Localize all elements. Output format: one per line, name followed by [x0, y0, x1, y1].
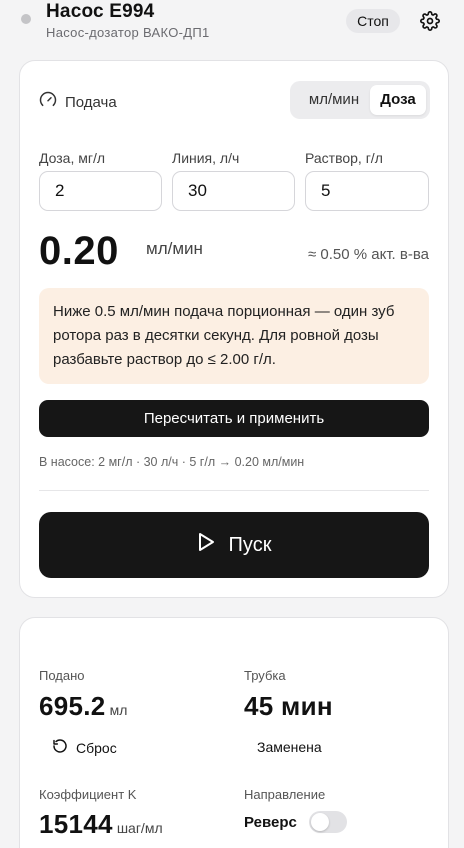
reset-icon — [52, 738, 68, 757]
reset-button[interactable]: Сброс — [52, 738, 117, 757]
flow-result-value: 0.20 — [39, 229, 119, 273]
flow-result-unit: мл/мин — [146, 239, 203, 258]
coefficient-unit: шаг/мл — [116, 820, 163, 836]
status-indicator — [21, 14, 31, 24]
delivered-number: 695.2 — [39, 691, 106, 721]
tube-value: 45 мин — [244, 691, 333, 721]
stats-card: Подано 695.2 мл Сброс Трубка 45 мин Замен… — [19, 617, 449, 848]
play-icon — [197, 532, 215, 558]
dose-label: Доза, мг/л — [39, 150, 106, 166]
coefficient-value: 15144 шаг/мл — [39, 809, 163, 840]
tube-replaced-button[interactable]: Заменена — [257, 739, 322, 755]
feed-card: Подача мл/мин Доза Доза, мг/л Линия, л/ч… — [19, 60, 449, 598]
feed-header: Подача — [39, 91, 117, 114]
toggle-knob — [310, 813, 329, 831]
mode-option-dose[interactable]: Доза — [370, 85, 426, 115]
line-label: Линия, л/ч — [172, 150, 240, 166]
pump-settings-summary: В насосе: 2 мг/л · 30 л/ч · 5 г/л → 0.20… — [39, 455, 305, 469]
mode-toggle: мл/мин Доза — [290, 81, 430, 119]
warning-note: Ниже 0.5 мл/мин подача порционная — один… — [39, 288, 429, 384]
line-input[interactable] — [172, 171, 295, 211]
dose-input[interactable] — [39, 171, 162, 211]
reset-label: Сброс — [76, 739, 117, 756]
direction-label: Направление — [244, 787, 326, 802]
app-header: Насос E994 Насос-дозатор ВАКО-ДП1 Стоп — [0, 0, 464, 52]
mode-option-ml-min[interactable]: мл/мин — [296, 85, 372, 115]
coefficient-number: 15144 — [39, 809, 113, 839]
pump-title: Насос E994 — [46, 1, 155, 22]
concentration-value: ≈ 0.50 % акт. в-ва — [308, 246, 429, 263]
reverse-row: Реверс — [244, 811, 347, 833]
gear-icon[interactable] — [420, 11, 440, 31]
reverse-label: Реверс — [244, 813, 297, 831]
reverse-toggle[interactable] — [308, 811, 347, 833]
delivered-unit: мл — [109, 702, 128, 718]
gauge-icon — [39, 91, 57, 114]
recalculate-apply-button[interactable]: Пересчитать и применить — [39, 400, 429, 437]
start-label: Пуск — [228, 533, 272, 556]
coefficient-label: Коэффициент K — [39, 787, 137, 802]
solution-label: Раствор, г/л — [305, 150, 383, 166]
delivered-value: 695.2 мл — [39, 691, 127, 722]
delivered-label: Подано — [39, 668, 85, 683]
stop-button[interactable]: Стоп — [346, 9, 400, 33]
tube-label: Трубка — [244, 668, 286, 683]
feed-label: Подача — [65, 94, 117, 111]
start-button[interactable]: Пуск — [39, 512, 429, 578]
divider — [39, 490, 429, 491]
pump-model: Насос-дозатор ВАКО-ДП1 — [46, 25, 210, 40]
solution-input[interactable] — [305, 171, 429, 211]
